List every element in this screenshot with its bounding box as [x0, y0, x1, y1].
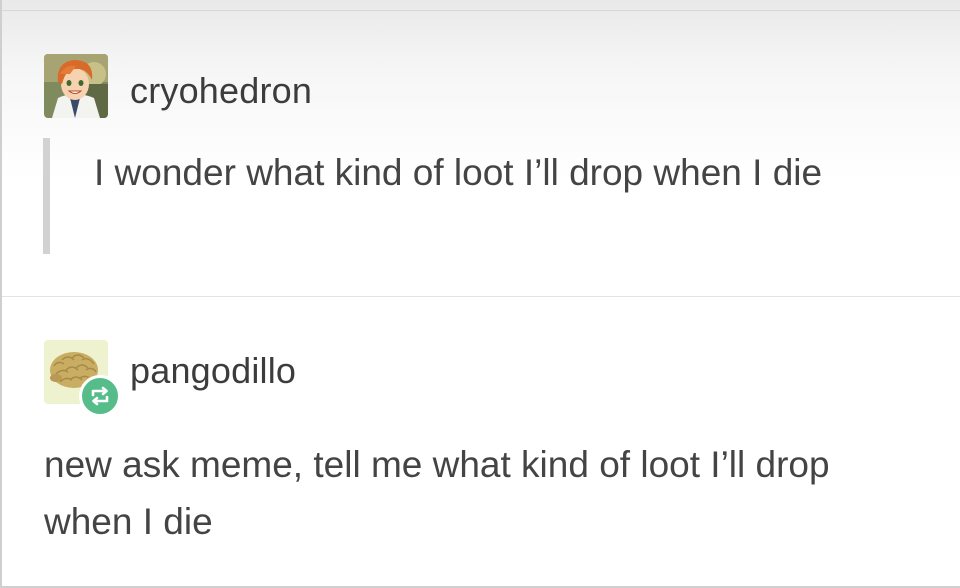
quoted-post-text: I wonder what kind of loot I’ll drop whe…: [94, 152, 823, 193]
left-border: [0, 0, 2, 588]
tumblr-post-thread: cryohedron I wonder what kind of loot I’…: [0, 0, 960, 588]
post-body-text: new ask meme, tell me what kind of loot …: [44, 444, 830, 542]
username-pangodillo[interactable]: pangodillo: [130, 350, 296, 392]
post-divider: [2, 296, 960, 297]
top-divider: [0, 10, 960, 11]
reblog-icon: [79, 375, 121, 417]
username-cryohedron[interactable]: cryohedron: [130, 70, 312, 112]
anime-boy-avatar-icon[interactable]: [44, 54, 108, 118]
quote-bar: [43, 138, 50, 254]
